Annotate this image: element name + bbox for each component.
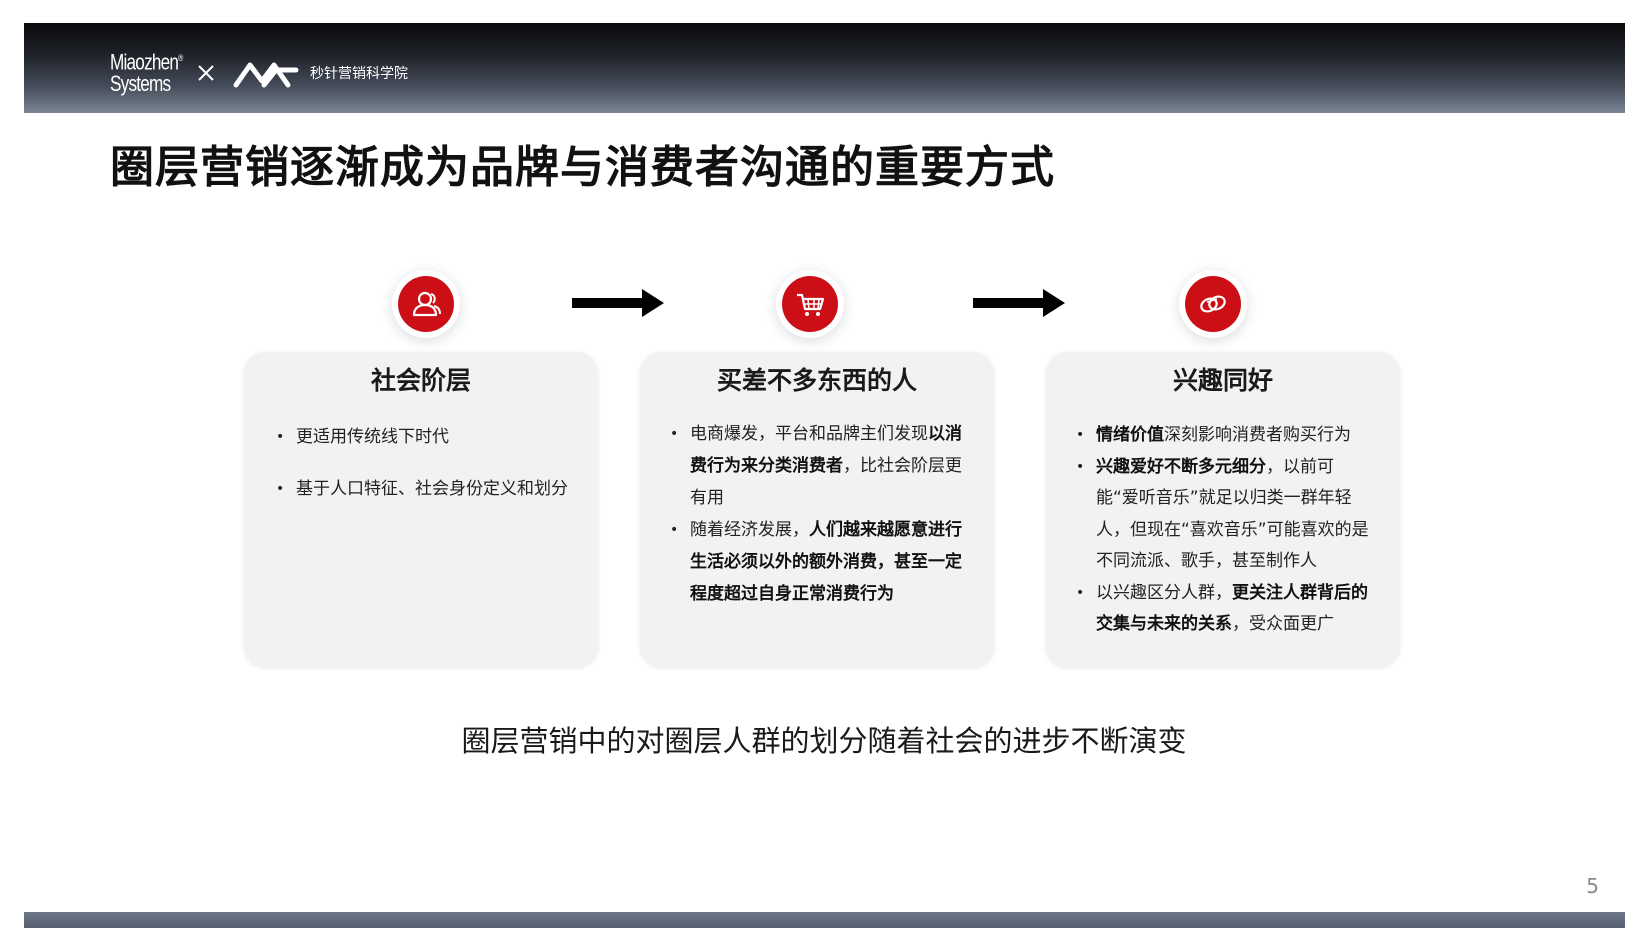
card-social-class: 社会阶层 更适用传统线下时代基于人口特征、社会身份定义和划分 [244, 352, 598, 667]
card-title: 社会阶层 [370, 366, 471, 395]
bullet-emphasis: 兴趣爱好不断多元细分 [1096, 456, 1266, 477]
bullet-text: 以兴趣区分人群， [1096, 582, 1232, 603]
page-title: 圈层营销逐渐成为品牌与消费者沟通的重要方式 [110, 142, 1055, 193]
close-x-icon [198, 65, 214, 81]
right-arrow-icon [572, 289, 664, 317]
page-number: 5 [1586, 874, 1599, 898]
bullet-list: 情绪价值深刻影响消费者购买行为兴趣爱好不断多元细分，以前可能“爱听音乐”就足以归… [1070, 420, 1374, 641]
bullet-text: 更适用传统线下时代 [296, 427, 449, 447]
bullet-text: 基于人口特征、社会身份定义和划分 [296, 479, 568, 499]
card-similar-buyers: 买差不多东西的人 电商爆发，平台和品牌主们发现以消费行为来分类消费者，比社会阶层… [640, 352, 994, 667]
card-title: 兴趣同好 [1172, 366, 1273, 395]
card-title: 买差不多东西的人 [716, 366, 917, 395]
bullet-item: 随着经济发展，人们越来越愿意进行生活必须以外的额外消费，甚至一定程度超过自身正常… [664, 514, 964, 610]
footer-bar [24, 912, 1625, 928]
academy-name: 秒针营销科学院 [310, 66, 408, 82]
bullet-list: 电商爆发，平台和品牌主们发现以消费行为来分类消费者，比社会阶层更有用随着经济发展… [664, 418, 964, 610]
shopping-cart-icon [782, 276, 838, 332]
bullet-item: 以兴趣区分人群，更关注人群背后的交集与未来的关系，受众面更广 [1070, 578, 1374, 641]
bullet-item: 电商爆发，平台和品牌主们发现以消费行为来分类消费者，比社会阶层更有用 [664, 418, 964, 514]
bullet-item: 兴趣爱好不断多元细分，以前可能“爱听音乐”就足以归类一群年轻人，但现在“喜欢音乐… [1070, 452, 1374, 578]
miaozhen-systems-logo: Miaozhen® Systems [110, 49, 183, 97]
bullet-text: ，受众面更广 [1232, 614, 1334, 634]
interest-rings-icon [1185, 276, 1241, 332]
people-icon [398, 276, 454, 332]
right-arrow-icon [973, 289, 1065, 317]
bullet-emphasis: 情绪价值 [1096, 425, 1164, 445]
slide-header: Miaozhen® Systems 秒针营销科学院 [24, 23, 1625, 113]
bullet-list: 更适用传统线下时代基于人口特征、社会身份定义和划分 [270, 426, 568, 500]
bullet-text: 随着经济发展， [690, 520, 809, 540]
summary-text: 圈层营销中的对圈层人群的划分随着社会的进步不断演变 [461, 724, 1187, 758]
mz-wave-logo-icon [233, 62, 299, 88]
bullet-item: 基于人口特征、社会身份定义和划分 [270, 478, 568, 500]
bullet-text: 电商爆发，平台和品牌主们发现 [690, 424, 928, 444]
bullet-item: 更适用传统线下时代 [270, 426, 568, 448]
bullet-item: 情绪价值深刻影响消费者购买行为 [1070, 420, 1374, 452]
bullet-text: 深刻影响消费者购买行为 [1164, 425, 1351, 445]
card-interest-groups: 兴趣同好 情绪价值深刻影响消费者购买行为兴趣爱好不断多元细分，以前可能“爱听音乐… [1046, 352, 1400, 667]
